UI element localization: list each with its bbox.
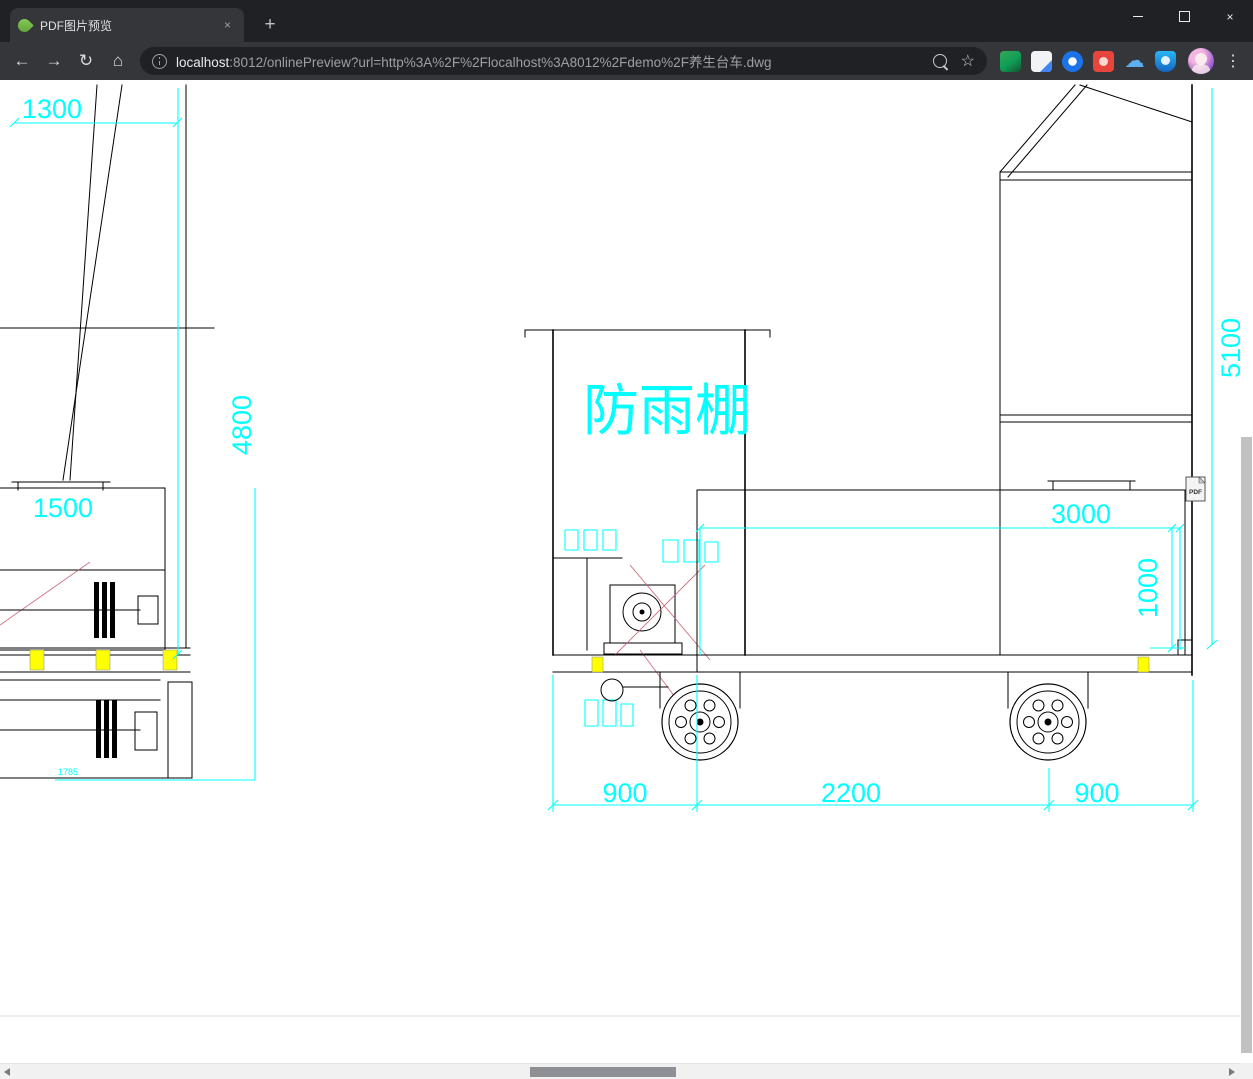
spring-leaf-favicon bbox=[15, 15, 34, 35]
dim-2200: 2200 bbox=[821, 778, 881, 808]
wheel-right bbox=[1008, 672, 1088, 760]
tab-pdf-preview[interactable]: PDF图片预览 × bbox=[10, 8, 244, 42]
new-tab-button[interactable]: + bbox=[258, 14, 282, 38]
url-host: localhost bbox=[176, 55, 230, 70]
wheel-left bbox=[660, 672, 740, 760]
extension-icon-1[interactable] bbox=[1000, 50, 1021, 72]
left-cart-view bbox=[0, 85, 214, 778]
tab-strip: PDF图片预览 × + × bbox=[0, 0, 1253, 42]
page-content: 1300 4800 1500 1785 防雨棚 5100 3000 1000 9… bbox=[0, 80, 1240, 1063]
dim-1300: 1300 bbox=[22, 94, 82, 124]
extension-icon-shield[interactable] bbox=[1155, 50, 1176, 72]
motor-unit bbox=[604, 585, 682, 654]
platform bbox=[697, 481, 1185, 672]
reload-button[interactable]: ↻ bbox=[72, 47, 100, 75]
address-bar[interactable]: localhost:8012/onlinePreview?url=http%3A… bbox=[140, 47, 987, 75]
left-view-dimensions: 1300 4800 1500 1785 bbox=[10, 88, 257, 780]
vertical-scrollbar[interactable] bbox=[1240, 80, 1253, 1063]
right-dimensions: 5100 3000 1000 bbox=[696, 88, 1240, 655]
forward-button[interactable]: → bbox=[40, 47, 68, 75]
zoom-icon[interactable] bbox=[932, 54, 947, 68]
window-controls: × bbox=[1115, 0, 1253, 33]
deck-highlight bbox=[96, 650, 110, 670]
dim-900-left: 900 bbox=[602, 778, 647, 808]
dim-1000: 1000 bbox=[1133, 558, 1163, 618]
dim-3000: 3000 bbox=[1051, 499, 1111, 529]
maximize-icon bbox=[1178, 11, 1190, 22]
horizontal-scrollbar-thumb[interactable] bbox=[530, 1067, 676, 1077]
right-frame bbox=[1000, 85, 1192, 675]
dim-4800: 4800 bbox=[227, 395, 257, 455]
bookmark-star-icon[interactable]: ☆ bbox=[961, 51, 975, 71]
scroll-right-arrow-icon[interactable] bbox=[1229, 1068, 1235, 1076]
minimize-icon bbox=[1133, 16, 1143, 17]
dim-1785: 1785 bbox=[58, 767, 78, 777]
url-path: :8012/onlinePreview?url=http%3A%2F%2Floc… bbox=[229, 55, 772, 70]
minimize-button[interactable] bbox=[1115, 0, 1161, 33]
scrollbar-corner bbox=[1240, 1063, 1253, 1079]
vertical-scrollbar-thumb[interactable] bbox=[1241, 437, 1252, 1053]
extension-icon-blue-circle[interactable] bbox=[1062, 50, 1083, 72]
bottom-dimension-chain: 900 2200 900 bbox=[548, 675, 1198, 812]
home-button[interactable]: ⌂ bbox=[104, 47, 132, 75]
dim-1500: 1500 bbox=[33, 493, 93, 523]
extension-icon-translate[interactable] bbox=[1031, 50, 1052, 72]
browser-window: PDF图片预览 × + × ← → ↻ ⌂ localhost:8012/onl… bbox=[0, 0, 1253, 1079]
deck-highlight bbox=[30, 650, 44, 670]
dim-5100: 5100 bbox=[1216, 318, 1240, 378]
deck-highlight bbox=[163, 650, 177, 670]
dim-900-right: 900 bbox=[1074, 778, 1119, 808]
extension-icon-red[interactable] bbox=[1093, 50, 1114, 72]
cad-drawing: 1300 4800 1500 1785 防雨棚 5100 3000 1000 9… bbox=[0, 80, 1240, 1063]
back-button[interactable]: ← bbox=[8, 47, 36, 75]
extension-icon-cloud[interactable]: ☁ bbox=[1124, 50, 1145, 72]
scroll-left-arrow-icon[interactable] bbox=[4, 1068, 10, 1076]
pdf-badge-text: PDF bbox=[1189, 489, 1202, 496]
close-button[interactable]: × bbox=[1207, 0, 1253, 33]
horizontal-scrollbar[interactable] bbox=[0, 1063, 1253, 1079]
shed-label: 防雨棚 bbox=[583, 379, 751, 442]
url-text: localhost:8012/onlinePreview?url=http%3A… bbox=[176, 51, 933, 71]
extensions-area: ☁ bbox=[995, 50, 1181, 72]
browser-menu-icon[interactable]: ⋮ bbox=[1221, 51, 1245, 71]
tab-title: PDF图片预览 bbox=[40, 18, 113, 33]
browser-toolbar: ← → ↻ ⌂ localhost:8012/onlinePreview?url… bbox=[0, 42, 1253, 80]
maximize-button[interactable] bbox=[1161, 0, 1207, 33]
tab-close-icon[interactable]: × bbox=[219, 17, 236, 34]
pdf-ole-icon: PDF bbox=[1186, 477, 1205, 501]
profile-avatar[interactable] bbox=[1188, 48, 1214, 74]
page-info-icon[interactable] bbox=[152, 53, 167, 69]
